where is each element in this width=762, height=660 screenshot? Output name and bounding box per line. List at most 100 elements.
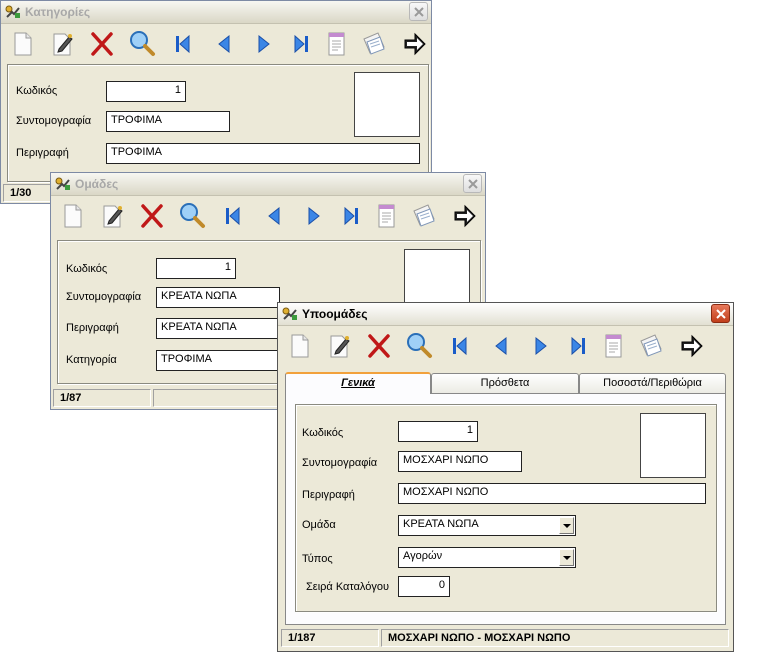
image-box[interactable] <box>640 413 706 478</box>
report-icon <box>328 32 345 56</box>
group-label: Ομάδα <box>302 519 336 531</box>
copy-icon <box>363 32 385 55</box>
group-select-value: ΚΡΕΑΤΑ ΝΩΠΑ <box>403 518 479 530</box>
code-label: Κωδικός <box>66 263 108 275</box>
type-select-value: Αγορών <box>403 550 443 562</box>
last-icon <box>571 336 585 356</box>
first-button[interactable] <box>444 331 474 361</box>
previous-button[interactable] <box>486 331 516 361</box>
report-icon <box>378 204 395 228</box>
subgroups-form-panel: Κωδικός 1 Συντομογραφία ΜΟΣΧΑΡΙ ΝΩΠΟ Περ… <box>295 404 717 612</box>
code-label: Κωδικός <box>302 427 344 439</box>
short-name-label: Συντομογραφία <box>66 291 142 303</box>
code-field[interactable]: 1 <box>398 421 478 442</box>
catalog-order-field[interactable]: 0 <box>398 576 450 597</box>
previous-button[interactable] <box>259 201 289 231</box>
short-name-field[interactable]: ΜΟΣΧΑΡΙ ΝΩΠΟ <box>398 451 522 472</box>
record-counter: 1/30 <box>3 184 51 202</box>
code-field[interactable]: 1 <box>106 81 186 102</box>
previous-icon <box>218 34 230 54</box>
search-icon <box>407 333 432 358</box>
new-icon <box>291 334 309 358</box>
next-button[interactable] <box>526 331 556 361</box>
exit-button[interactable] <box>676 331 706 361</box>
first-button[interactable] <box>167 29 197 59</box>
next-icon <box>308 206 320 226</box>
subgroups-titlebar[interactable]: Υποομάδες <box>278 303 733 326</box>
delete-button[interactable] <box>364 331 394 361</box>
delete-button[interactable] <box>137 201 167 231</box>
search-button[interactable] <box>127 29 157 59</box>
code-field[interactable]: 1 <box>156 258 236 279</box>
tab-additional[interactable]: Πρόσθετα <box>431 373 579 393</box>
report-button[interactable] <box>598 331 628 361</box>
record-counter: 1/187 <box>281 629 379 647</box>
code-label: Κωδικός <box>16 85 58 97</box>
subgroups-statusbar: 1/187 ΜΟΣΧΑΡΙ ΝΩΠΟ - ΜΟΣΧΑΡΙ ΝΩΠΟ <box>279 629 732 649</box>
short-name-field[interactable]: ΚΡΕΑΤΑ ΝΩΠΑ <box>156 287 280 308</box>
image-box[interactable] <box>354 72 420 137</box>
type-label: Τύπος <box>302 553 333 565</box>
group-select[interactable]: ΚΡΕΑΤΑ ΝΩΠΑ <box>398 515 576 536</box>
next-button[interactable] <box>249 29 279 59</box>
report-button[interactable] <box>371 201 401 231</box>
first-button[interactable] <box>217 201 247 231</box>
category-label: Κατηγορία <box>66 354 117 366</box>
category-field[interactable]: ΤΡΟΦΙΜΑ <box>156 350 280 371</box>
edit-button[interactable] <box>324 331 354 361</box>
last-icon <box>294 34 308 54</box>
description-field[interactable]: ΤΡΟΦΙΜΑ <box>106 143 420 164</box>
short-name-label: Συντομογραφία <box>302 457 378 469</box>
delete-button[interactable] <box>87 29 117 59</box>
copy-button[interactable] <box>636 331 666 361</box>
new-button[interactable] <box>7 29 37 59</box>
type-select[interactable]: Αγορών <box>398 547 576 568</box>
short-name-field[interactable]: ΤΡΟΦΙΜΑ <box>106 111 230 132</box>
new-button[interactable] <box>57 201 87 231</box>
chevron-down-icon[interactable] <box>559 549 574 566</box>
close-icon <box>414 7 424 17</box>
last-button[interactable] <box>564 331 594 361</box>
new-icon <box>64 204 82 228</box>
previous-button[interactable] <box>209 29 239 59</box>
new-button[interactable] <box>284 331 314 361</box>
search-button[interactable] <box>404 331 434 361</box>
new-icon <box>14 32 32 56</box>
close-button[interactable] <box>409 2 428 21</box>
description-field[interactable]: ΚΡΕΑΤΑ ΝΩΠΑ <box>156 318 280 339</box>
close-button[interactable] <box>711 304 730 323</box>
groups-titlebar[interactable]: Ομάδες <box>51 173 485 196</box>
close-icon <box>716 309 726 319</box>
last-icon <box>344 206 358 226</box>
description-label: Περιγραφή <box>16 147 69 159</box>
tab-percentages-label: Ποσοστά/Περιθώρια <box>603 377 702 389</box>
tab-general[interactable]: Γενικά <box>285 372 431 394</box>
description-field[interactable]: ΜΟΣΧΑΡΙ ΝΩΠΟ <box>398 483 706 504</box>
close-button[interactable] <box>463 174 482 193</box>
description-label: Περιγραφή <box>302 489 355 501</box>
exit-button[interactable] <box>449 201 479 231</box>
app-icon <box>55 177 70 190</box>
last-button[interactable] <box>337 201 367 231</box>
short-name-label: Συντομογραφία <box>16 115 92 127</box>
search-icon <box>180 203 205 228</box>
copy-button[interactable] <box>409 201 439 231</box>
last-button[interactable] <box>287 29 317 59</box>
delete-icon <box>91 32 113 56</box>
copy-button[interactable] <box>359 29 389 59</box>
next-button[interactable] <box>299 201 329 231</box>
categories-titlebar[interactable]: Κατηγορίες <box>1 1 431 24</box>
tab-percentages-margins[interactable]: Ποσοστά/Περιθώρια <box>579 373 726 393</box>
chevron-down-icon[interactable] <box>559 517 574 534</box>
groups-title: Ομάδες <box>75 177 119 191</box>
catalog-order-label: Σειρά Καταλόγου <box>306 581 390 593</box>
search-icon <box>130 31 155 56</box>
edit-button[interactable] <box>47 29 77 59</box>
record-counter: 1/87 <box>53 389 151 407</box>
status-text: ΜΟΣΧΑΡΙ ΝΩΠΟ - ΜΟΣΧΑΡΙ ΝΩΠΟ <box>381 629 729 647</box>
report-button[interactable] <box>321 29 351 59</box>
search-button[interactable] <box>177 201 207 231</box>
exit-button[interactable] <box>399 29 429 59</box>
edit-button[interactable] <box>97 201 127 231</box>
previous-icon <box>268 206 280 226</box>
